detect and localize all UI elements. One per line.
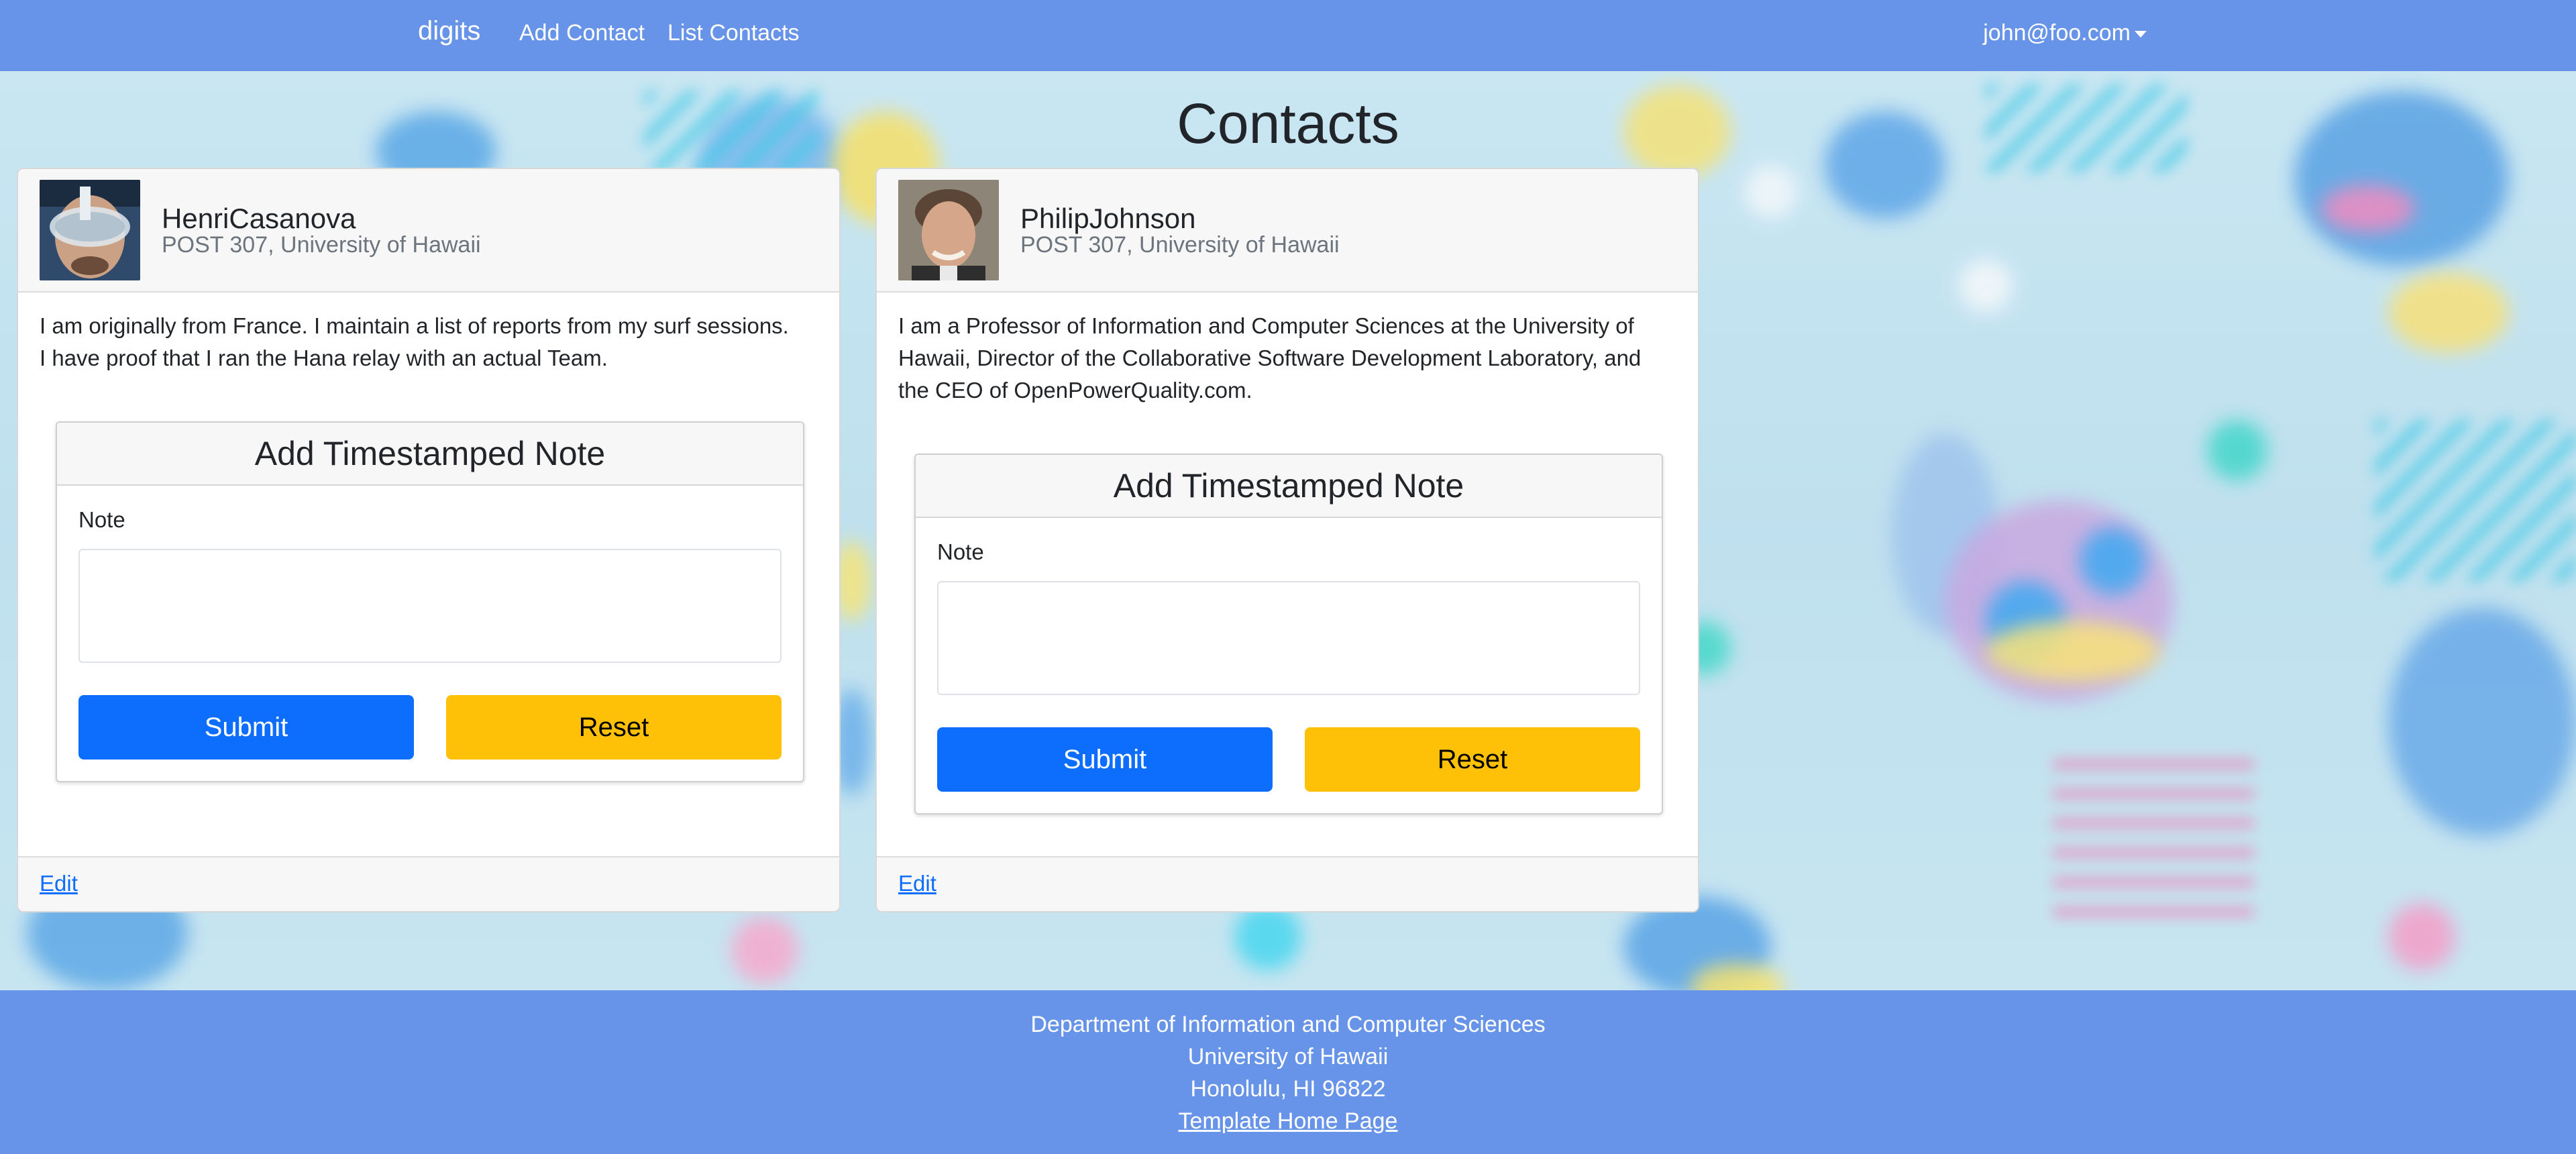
submit-button[interactable]: Submit [78,695,414,759]
note-label: Note [78,507,125,532]
contact-name: HenriCasanova [162,203,356,234]
contact-description: I am originally from France. I maintain … [40,310,820,374]
footer-university: University of Hawaii [1187,1044,1389,1069]
card-header: PhilipJohnson POST 307, University of Ha… [877,169,1698,293]
description-line: I am originally from France. I maintain … [40,313,789,338]
page-title: Contacts [1177,92,1399,155]
description-line: I am a Professor of Information and Comp… [898,313,1634,338]
submit-button[interactable]: Submit [937,727,1273,792]
template-home-link[interactable]: Template Home Page [1179,1108,1398,1134]
user-email: john@foo.com [1983,20,2131,46]
footer-department: Department of Information and Computer S… [1030,1012,1546,1037]
avatar [40,180,140,280]
nav-add-contact[interactable]: Add Contact [519,20,645,46]
contact-card: HenriCasanova POST 307, University of Ha… [17,168,841,912]
user-dropdown[interactable]: john@foo.com [1983,20,2147,46]
avatar [898,180,999,280]
description-line: the CEO of OpenPowerQuality.com. [898,378,1252,403]
footer-link-row: Template Home Page [0,1108,2576,1135]
edit-link[interactable]: Edit [40,871,78,896]
navbar: digits Add Contact List Contacts john@fo… [0,0,2576,71]
card-footer: Edit [18,856,839,911]
brand-link[interactable]: digits [418,16,480,46]
contact-address: POST 307, University of Hawaii [1020,232,1340,258]
description-line: I have proof that I ran the Hana relay w… [40,346,608,370]
contact-address: POST 307, University of Hawaii [162,232,481,258]
description-line: Hawaii, Director of the Collaborative So… [898,346,1642,370]
form-title: Add Timestamped Note [57,423,803,486]
form-title: Add Timestamped Note [916,455,1662,518]
edit-link[interactable]: Edit [898,871,936,896]
reset-button[interactable]: Reset [1305,727,1640,792]
add-note-form: Add Timestamped Note Note Submit Reset [914,454,1663,815]
note-label: Note [937,539,984,564]
contact-description: I am a Professor of Information and Comp… [898,310,1679,407]
add-note-form: Add Timestamped Note Note Submit Reset [56,421,804,782]
caret-down-icon [2135,31,2147,38]
footer: Department of Information and Computer S… [0,990,2576,1154]
card-header: HenriCasanova POST 307, University of Ha… [18,169,839,293]
reset-button[interactable]: Reset [446,695,782,759]
contact-card: PhilipJohnson POST 307, University of Ha… [875,168,1699,912]
note-textarea[interactable] [937,581,1640,695]
note-textarea[interactable] [78,549,782,663]
nav-list-contacts[interactable]: List Contacts [667,20,800,46]
contact-name: PhilipJohnson [1020,203,1196,234]
footer-address: Honolulu, HI 96822 [1190,1076,1386,1102]
card-footer: Edit [877,856,1698,911]
